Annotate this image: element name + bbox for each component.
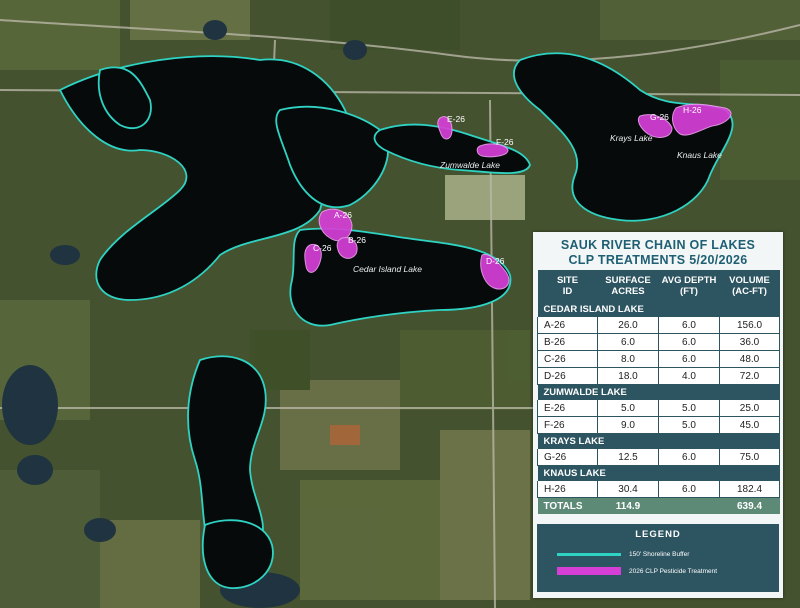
map-legend: LEGEND 150' Shoreline Buffer 2026 CLP Pe… — [537, 524, 779, 592]
group-row-knaus: KNAUS LAKE — [537, 465, 780, 481]
site-label-a26: A-26 — [334, 210, 352, 220]
treatment-swatch — [557, 567, 621, 575]
header-site-id: SITE ID — [537, 270, 598, 302]
buffer-swatch — [557, 553, 621, 556]
table-row: D-26 18.0 4.0 72.0 — [537, 367, 780, 385]
site-label-g26: G-26 — [650, 112, 669, 122]
header-surface-acres: SURFACE ACRES — [597, 270, 659, 302]
lake-south-bay — [201, 519, 274, 589]
table-row: E-26 5.0 5.0 25.0 — [537, 400, 780, 417]
totals-row: TOTALS 114.9 639.4 — [537, 497, 780, 514]
site-label-f26: F-26 — [496, 137, 514, 147]
title-line-1: SAUK RIVER CHAIN OF LAKES — [560, 238, 756, 252]
legend-treatment-label: 2026 CLP Pesticide Treatment — [629, 567, 718, 575]
table-row: H-26 30.4 6.0 182.4 — [537, 481, 780, 498]
totals-depth — [658, 497, 720, 514]
table-row: A-26 26.0 6.0 156.0 — [537, 317, 780, 334]
table-row: F-26 9.0 5.0 45.0 — [537, 416, 780, 434]
site-label-d26: D-26 — [486, 256, 505, 266]
table-row: B-26 6.0 6.0 36.0 — [537, 333, 780, 351]
legend-title: LEGEND — [635, 529, 681, 540]
site-label-c26: C-26 — [313, 243, 332, 253]
table-header-row: SITE ID SURFACE ACRES AVG DEPTH (FT) VOLUME… — [537, 270, 780, 302]
header-avg-depth: AVG DEPTH (FT) — [658, 270, 720, 302]
totals-acres: 114.9 — [597, 497, 659, 514]
group-row-zumwalde: ZUMWALDE LAKE — [537, 384, 780, 400]
site-label-e26: E-26 — [447, 114, 465, 124]
site-label-b26: B-26 — [348, 235, 366, 245]
treatment-summary-panel: SAUK RIVER CHAIN OF LAKES CLP TREATMENTS… — [533, 232, 783, 598]
label-cedar-island-lake: Cedar Island Lake — [353, 264, 422, 274]
table-row: G-26 12.5 6.0 75.0 — [537, 449, 780, 466]
label-krays-lake: Krays Lake — [610, 133, 653, 143]
legend-buffer-label: 150' Shoreline Buffer — [629, 551, 690, 558]
legend-item-treatment: 2026 CLP Pesticide Treatment — [557, 567, 717, 575]
group-row-krays: KRAYS LAKE — [537, 433, 780, 449]
label-zumwalde-lake: Zumwalde Lake — [439, 160, 500, 170]
site-label-h26: H-26 — [683, 105, 702, 115]
label-knaus-lake: Knaus Lake — [677, 150, 722, 160]
legend-item-buffer: 150' Shoreline Buffer — [557, 551, 689, 558]
treatment-table: SITE ID SURFACE ACRES AVG DEPTH (FT) VOLUME… — [537, 270, 780, 514]
totals-volume: 639.4 — [719, 497, 780, 514]
table-row: C-26 8.0 6.0 48.0 — [537, 350, 780, 368]
header-volume: VOLUME (AC-FT) — [719, 270, 780, 302]
panel-title: SAUK RIVER CHAIN OF LAKES CLP TREATMENTS… — [533, 232, 783, 270]
group-row-cedar-island: CEDAR ISLAND LAKE — [537, 302, 780, 317]
totals-label: TOTALS — [537, 497, 598, 514]
title-line-2: CLP TREATMENTS 5/20/2026 — [568, 253, 748, 267]
